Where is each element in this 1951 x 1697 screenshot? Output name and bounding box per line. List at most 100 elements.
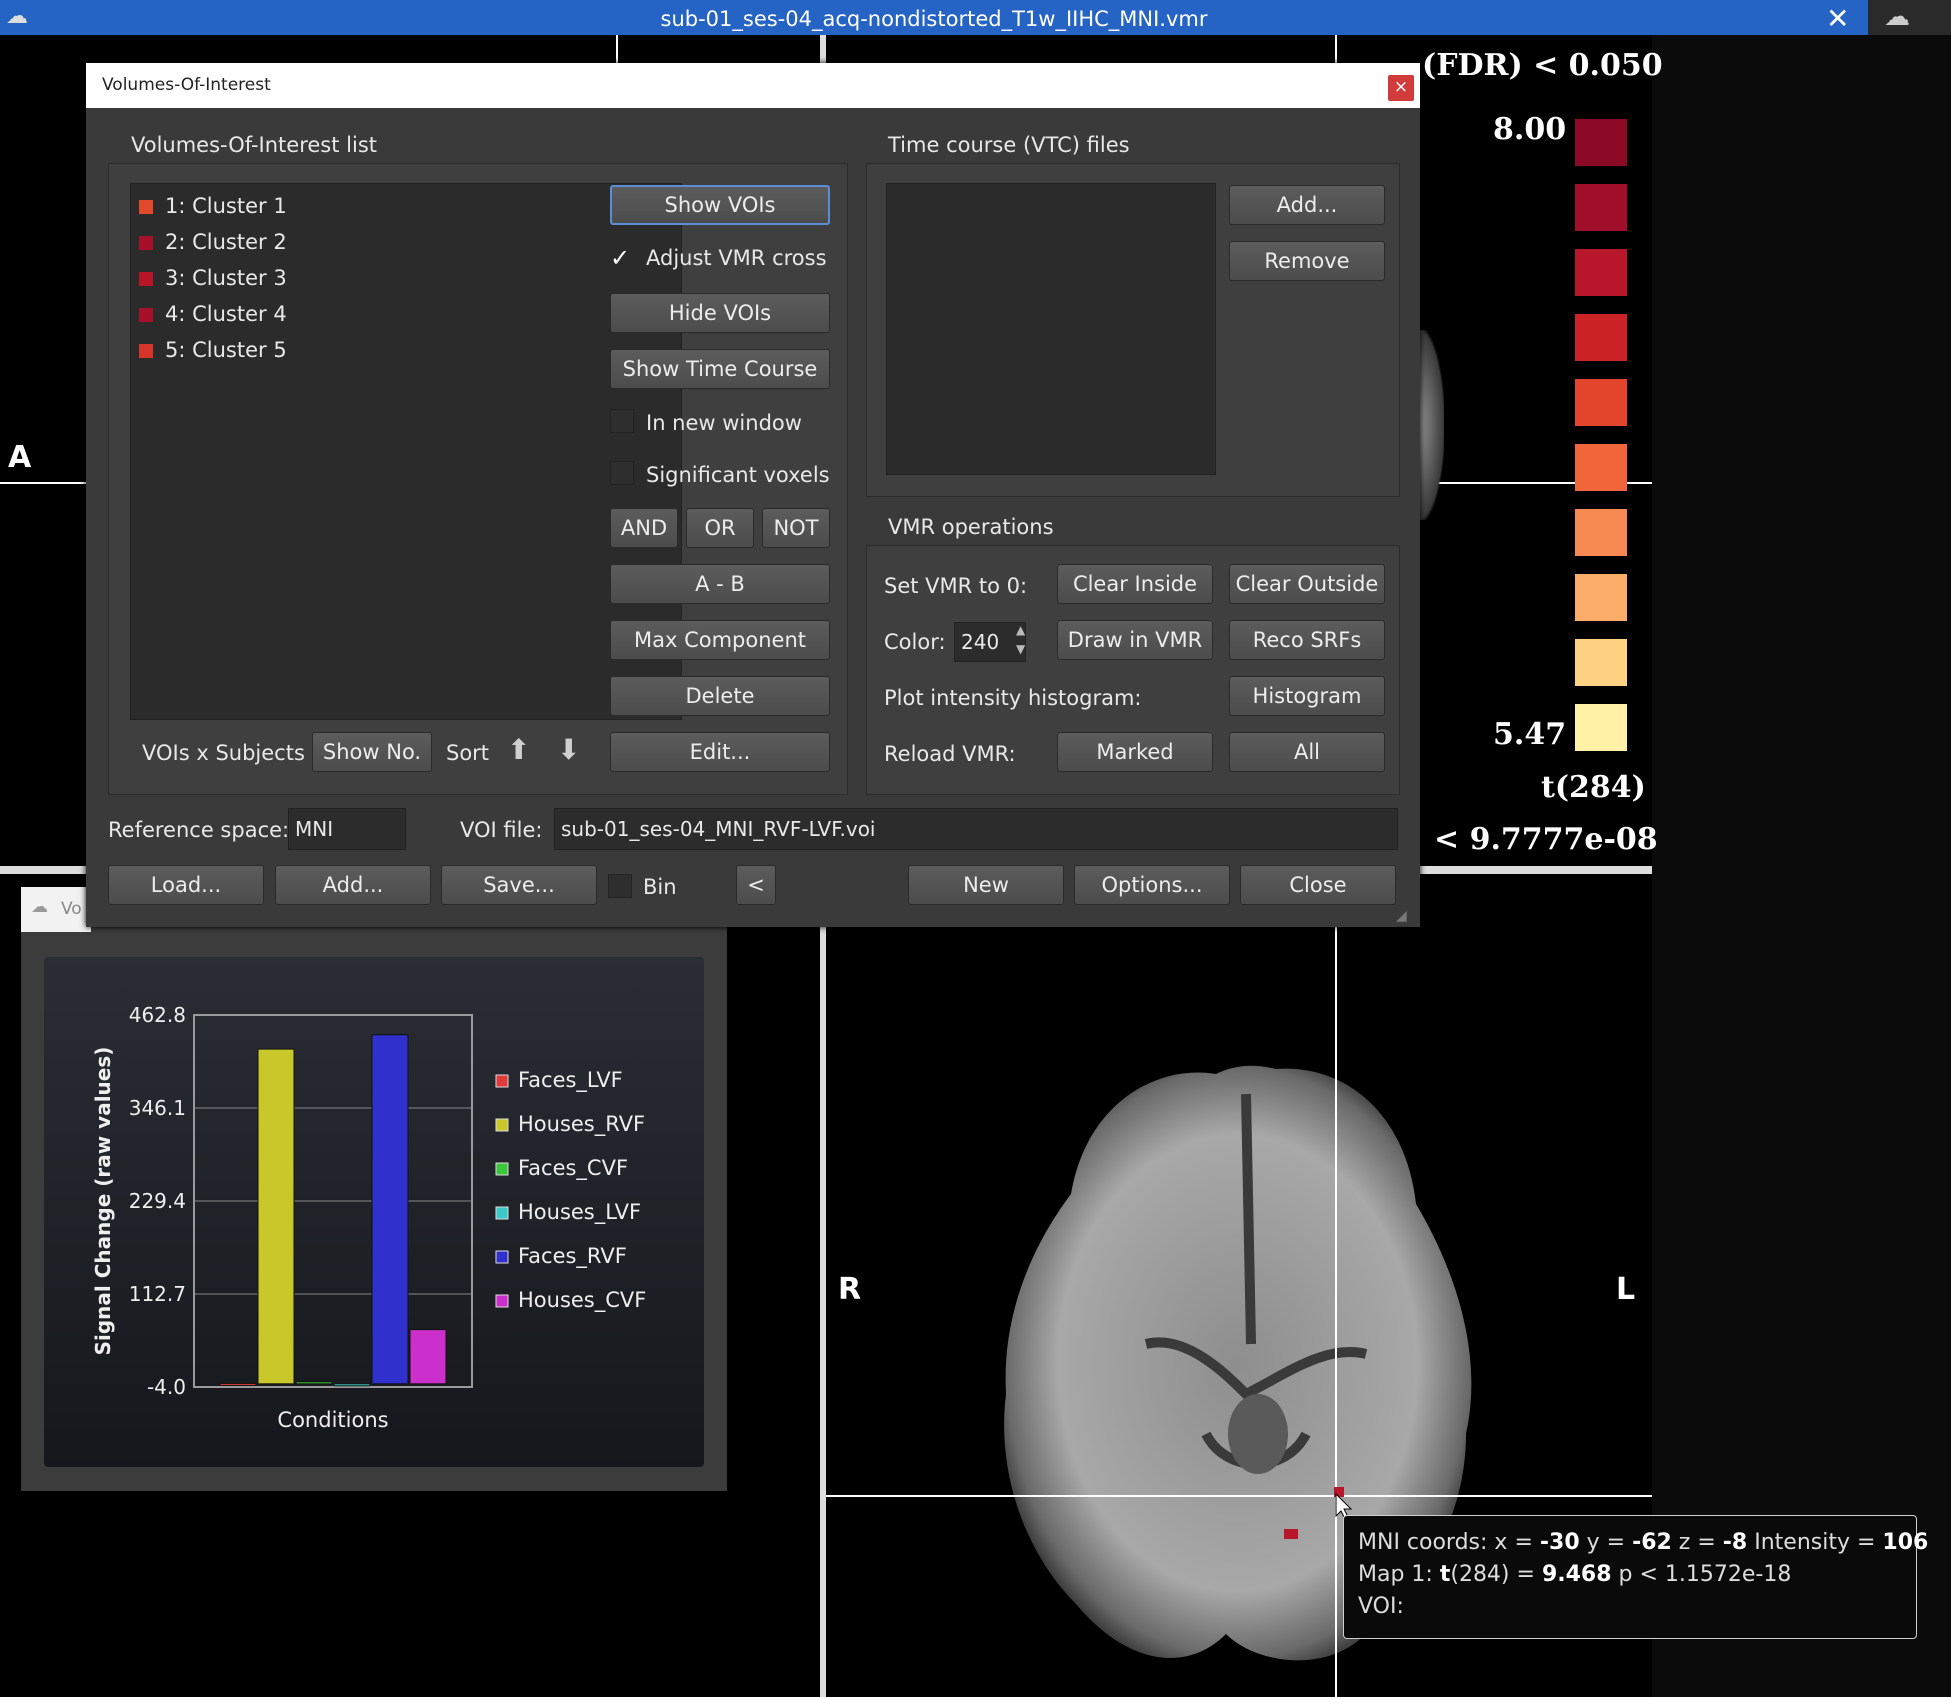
- adjust-cross-checkbox[interactable]: ✓: [610, 244, 630, 272]
- or-button[interactable]: OR: [686, 508, 754, 548]
- sort-up-arrow-icon[interactable]: ⬆: [507, 733, 530, 766]
- vtc-label: Time course (VTC) files: [888, 133, 1130, 157]
- brain-slice-partial: [1418, 330, 1444, 520]
- add-button[interactable]: Add...: [275, 865, 431, 905]
- hide-vois-button[interactable]: Hide VOIs: [610, 293, 830, 333]
- close-window-icon[interactable]: ✕: [1826, 2, 1849, 35]
- draw-in-vmr-button[interactable]: Draw in VMR: [1057, 620, 1213, 660]
- bar: [409, 1329, 447, 1385]
- window-titlebar: ☁ sub-01_ses-04_acq-nondistorted_T1w_IIH…: [0, 0, 1868, 35]
- significant-voxels-label: Significant voxels: [646, 463, 830, 487]
- colorbar-swatch: [1575, 249, 1627, 296]
- crosshair-line: [1335, 35, 1337, 65]
- y-axis-label: Signal Change (raw values): [91, 1047, 115, 1356]
- color-value: 240: [961, 630, 1000, 654]
- colorbar-swatch: [1575, 509, 1627, 556]
- bin-checkbox[interactable]: [608, 874, 632, 898]
- show-vois-button[interactable]: Show VOIs: [610, 185, 830, 225]
- legend-swatch: [495, 1294, 509, 1308]
- reload-all-button[interactable]: All: [1229, 732, 1385, 772]
- plot-tab-label: Vo: [61, 899, 82, 919]
- delete-button[interactable]: Delete: [610, 676, 830, 716]
- colorbar-min: 5.47: [1493, 717, 1567, 752]
- close-button[interactable]: Close: [1240, 865, 1396, 905]
- voi-color-swatch: [139, 308, 153, 322]
- voi-list[interactable]: 1: Cluster 1 2: Cluster 2 3: Cluster 3 4: C…: [130, 183, 682, 720]
- voi-list-label: Volumes-Of-Interest list: [131, 133, 378, 157]
- tooltip-line-voi: VOI:: [1358, 1594, 1404, 1619]
- voi-file-field[interactable]: sub-01_ses-04_MNI_RVF-LVF.voi: [554, 808, 1398, 850]
- load-button[interactable]: Load...: [108, 865, 264, 905]
- a-minus-b-button[interactable]: A - B: [610, 564, 830, 604]
- bar-chart: 462.8 346.1 229.4 112.7 -4.0 Conditions Signal…: [91, 1003, 646, 1432]
- view-orientation-l: L: [1616, 1272, 1636, 1307]
- colorbar-swatch: [1575, 704, 1627, 751]
- y-tick-label: 229.4: [129, 1189, 186, 1213]
- colorbar-swatch: [1575, 119, 1627, 166]
- clear-inside-button[interactable]: Clear Inside: [1057, 564, 1213, 604]
- show-no-button[interactable]: Show No.: [312, 732, 432, 772]
- voi-item-label: 2: Cluster 2: [165, 230, 287, 254]
- significant-voxels-checkbox[interactable]: [610, 461, 634, 485]
- vois-x-subjects-label: VOIs x Subjects: [142, 741, 305, 765]
- not-button[interactable]: NOT: [762, 508, 830, 548]
- options-button[interactable]: Options...: [1074, 865, 1230, 905]
- ref-space-field[interactable]: MNI: [288, 808, 406, 850]
- window-title: sub-01_ses-04_acq-nondistorted_T1w_IIHC_…: [660, 7, 1208, 31]
- vmr-ops-label: VMR operations: [888, 515, 1054, 539]
- colorbar-swatch: [1575, 574, 1627, 621]
- resize-grip-icon[interactable]: ◢: [1396, 908, 1407, 924]
- legend-label: Houses_CVF: [518, 1288, 646, 1313]
- brainstem: [1228, 1394, 1288, 1474]
- sort-down-arrow-icon[interactable]: ⬇: [557, 733, 580, 766]
- y-tick-label: 112.7: [129, 1282, 186, 1306]
- dialog-close-button[interactable]: ×: [1388, 75, 1414, 101]
- coords-tooltip: MNI coords: x = -30 y = -62 z = -8 Inten…: [1343, 1515, 1928, 1639]
- bar: [333, 1383, 371, 1387]
- voi-color-swatch: [139, 200, 153, 214]
- bar: [371, 1034, 409, 1385]
- save-button[interactable]: Save...: [441, 865, 597, 905]
- new-button[interactable]: New: [908, 865, 1064, 905]
- in-new-window-checkbox[interactable]: [610, 409, 634, 433]
- legend-label: Houses_RVF: [518, 1112, 645, 1137]
- voi-item-label: 1: Cluster 1: [165, 194, 287, 218]
- x-axis-label: Conditions: [277, 1408, 388, 1432]
- voi-dialog: Volumes-Of-Interest × Volumes-Of-Interes…: [86, 63, 1420, 927]
- in-new-window-label: In new window: [646, 411, 802, 435]
- toolbar-strip: ☁: [1868, 0, 1951, 35]
- vtc-add-button[interactable]: Add...: [1229, 185, 1385, 225]
- and-button[interactable]: AND: [610, 508, 678, 548]
- edit-button[interactable]: Edit...: [610, 732, 830, 772]
- colorbar-swatch: [1575, 379, 1627, 426]
- colorbar-header: (FDR) < 0.050: [1422, 48, 1663, 83]
- vtc-remove-button[interactable]: Remove: [1229, 241, 1385, 281]
- clear-outside-button[interactable]: Clear Outside: [1229, 564, 1385, 604]
- colorbar-swatch: [1575, 184, 1627, 231]
- view-orientation-r: R: [838, 1272, 862, 1307]
- set-vmr-label: Set VMR to 0:: [884, 574, 1028, 598]
- histogram-button[interactable]: Histogram: [1229, 676, 1385, 716]
- ref-space-label: Reference space:: [108, 818, 290, 842]
- vtc-list[interactable]: [886, 183, 1216, 475]
- legend-label: Faces_RVF: [518, 1244, 627, 1269]
- reload-marked-button[interactable]: Marked: [1057, 732, 1213, 772]
- voi-color-swatch: [139, 344, 153, 358]
- legend-swatch: [495, 1250, 509, 1264]
- legend-label: Faces_LVF: [518, 1068, 623, 1093]
- voi-item-label: 3: Cluster 3: [165, 266, 287, 290]
- brain-icon[interactable]: ☁: [1884, 2, 1910, 32]
- brain-icon: ☁: [31, 897, 48, 917]
- plot-window-tab[interactable]: ☁ Vo: [21, 887, 91, 932]
- reco-srfs-button[interactable]: Reco SRFs: [1229, 620, 1385, 660]
- y-tick-label: 462.8: [129, 1003, 186, 1027]
- spin-arrows-icon[interactable]: ▲ ▼: [1016, 621, 1025, 659]
- colorbar-max: 8.00: [1493, 112, 1567, 147]
- view-orientation-a: A: [8, 440, 32, 475]
- back-button[interactable]: <: [736, 865, 776, 905]
- adjust-cross-label: Adjust VMR cross: [646, 246, 827, 270]
- legend-swatch: [495, 1162, 509, 1176]
- show-time-course-button[interactable]: Show Time Course: [610, 349, 830, 389]
- max-component-button[interactable]: Max Component: [610, 620, 830, 660]
- colorbar-pvalue: < 9.7777e-08: [1434, 822, 1658, 857]
